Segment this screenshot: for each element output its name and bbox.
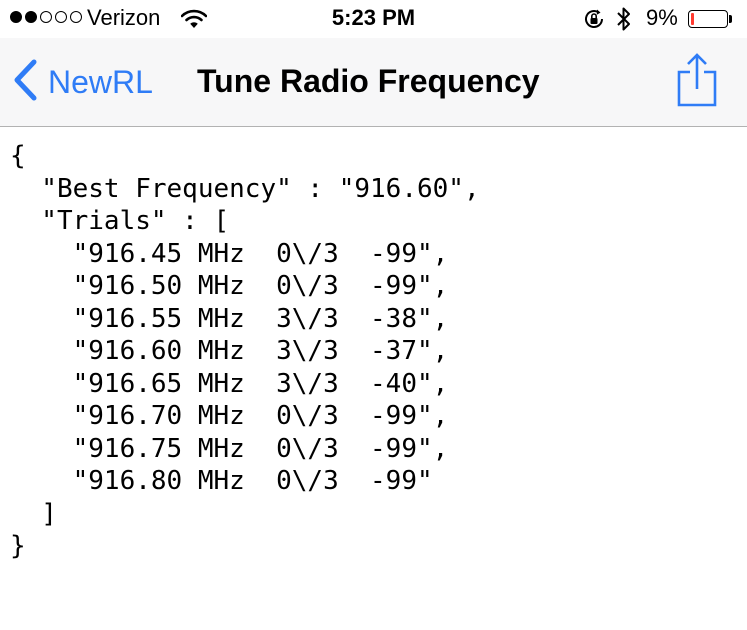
status-time: 5:23 PM: [331, 5, 416, 30]
json-line: "916.55 MHz 3\/3 -38",: [10, 303, 449, 334]
status-bar: Verizon 5:23 PM 9%: [0, 0, 747, 38]
battery-percentage: 9%: [646, 5, 678, 30]
json-output: { "Best Frequency" : "916.60", "Trials" …: [10, 140, 480, 563]
page-title: Tune Radio Frequency: [197, 63, 540, 99]
battery-level: [691, 13, 694, 25]
battery-nub: [729, 15, 732, 23]
json-line: "Best Frequency" : "916.60",: [10, 173, 480, 204]
bluetooth-icon: [616, 6, 632, 37]
json-line: "916.50 MHz 0\/3 -99",: [10, 271, 449, 301]
rotation-lock-icon: [582, 7, 606, 36]
json-line: "916.80 MHz 0\/3 -99": [10, 466, 433, 496]
json-line: ]: [10, 498, 57, 529]
json-line: "916.65 MHz 3\/3 -40",: [10, 368, 449, 399]
back-button[interactable]: NewRL: [12, 58, 153, 106]
json-line: "916.60 MHz 3\/3 -37",: [10, 336, 449, 366]
json-line: }: [10, 531, 26, 561]
json-line: {: [10, 141, 26, 171]
json-line: "916.70 MHz 0\/3 -99",: [10, 401, 449, 431]
navigation-bar: NewRL Tune Radio Frequency: [0, 38, 747, 127]
share-button[interactable]: [676, 52, 718, 113]
back-button-label: NewRL: [48, 63, 153, 100]
json-line: "916.75 MHz 0\/3 -99",: [10, 433, 449, 464]
json-line: "Trials" : [: [10, 206, 230, 236]
json-line: "916.45 MHz 0\/3 -99",: [10, 238, 449, 269]
chevron-left-icon: [12, 58, 38, 107]
share-icon: [676, 53, 718, 112]
battery-icon: [688, 10, 728, 28]
